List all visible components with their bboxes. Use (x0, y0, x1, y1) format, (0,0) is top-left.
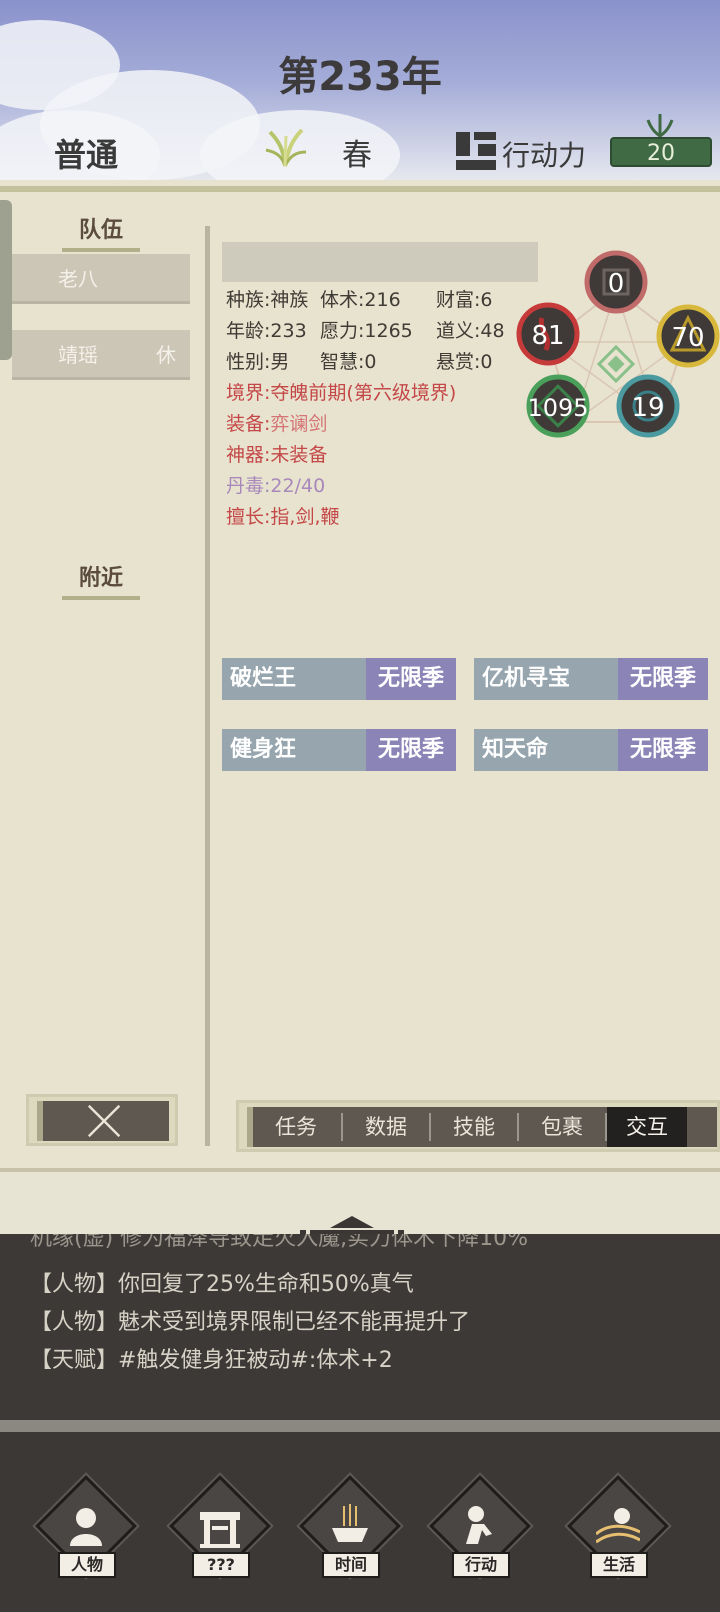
nav-label: 生活 (590, 1552, 648, 1578)
element-value-bottom-left: 1095 (527, 394, 588, 422)
talent-name[interactable]: 亿机寻宝 (474, 658, 618, 700)
sidebar-scroll-handle[interactable] (0, 200, 12, 360)
equipment-label: 装备: (226, 413, 271, 435)
member-name: 靖瑶 (58, 343, 98, 367)
talent-name[interactable]: 健身狂 (222, 729, 366, 771)
stat-bounty: 悬赏:0 (436, 351, 493, 373)
stat-artifact: 神器:未装备 (226, 444, 328, 466)
stat-willpower: 愿力:1265 (320, 320, 413, 342)
element-value-top: 0 (608, 269, 625, 299)
element-value-left: 81 (531, 321, 564, 351)
character-name-bar (222, 242, 538, 282)
person-icon (70, 1508, 102, 1546)
tab-skills[interactable]: 技能 (431, 1107, 517, 1147)
element-node-left: 81 (516, 302, 580, 366)
talent-name[interactable]: 知天命 (474, 729, 618, 771)
tab-tasks[interactable]: 任务 (253, 1107, 339, 1147)
bottom-navigation: 人物 ??? 时间 行动 生活 (0, 1432, 720, 1612)
stat-physique: 体术:216 (320, 289, 401, 311)
element-node-top: 0 (584, 250, 648, 314)
tab-interact[interactable]: 交互 (607, 1107, 687, 1147)
tab-inventory[interactable]: 包裹 (519, 1107, 605, 1147)
action-points-value: 20 (610, 137, 712, 167)
stat-gender: 性别:男 (226, 351, 290, 373)
element-node-right: 70 (656, 304, 720, 368)
stat-wealth: 财富:6 (436, 289, 493, 311)
element-node-bottom-right: 19 (616, 374, 680, 438)
member-status: 休 (156, 343, 176, 367)
element-value-bottom-right: 19 (631, 393, 664, 423)
year-title: 第233年 (278, 54, 442, 100)
top-header: 第233年 普通 春 行动力 20 (0, 0, 720, 180)
talent-tag: 无限季 (618, 658, 708, 700)
team-member-laoba[interactable]: 老八 (12, 254, 190, 304)
tab-bar-inner: 任务 数据 技能 包裹 交互 (247, 1107, 717, 1147)
running-person-icon (466, 1506, 492, 1544)
nav-life[interactable]: 生活 (566, 1475, 670, 1594)
log-line: 【天赋】#触发健身狂被动#:体术+2 (30, 1348, 393, 1373)
member-name: 老八 (58, 267, 98, 291)
element-value-right: 70 (671, 323, 704, 353)
stat-equipment[interactable]: 装备:弈谰剑 (226, 409, 327, 436)
talent-name[interactable]: 破烂王 (222, 658, 366, 700)
close-button[interactable] (26, 1094, 178, 1146)
nav-unknown[interactable]: ??? (168, 1475, 272, 1594)
stat-age: 年龄:233 (226, 320, 307, 342)
talent-tag: 无限季 (366, 658, 456, 700)
panel-border (0, 186, 720, 192)
log-line: 【人物】魅术受到境界限制已经不能再提升了 (30, 1310, 471, 1335)
close-button-face (37, 1101, 169, 1141)
close-icon (87, 1104, 121, 1138)
team-member-jingyao[interactable]: 靖瑶 休 (12, 330, 190, 380)
difficulty-mode: 普通 (54, 136, 119, 174)
nav-label: 行动 (452, 1552, 510, 1578)
stat-wisdom: 智慧:0 (320, 351, 377, 373)
five-elements-chart: 0 81 70 1095 19 (516, 250, 720, 438)
stat-realm: 境界:夺魄前期(第六级境界) (226, 382, 457, 404)
nav-label: 人物 (58, 1552, 116, 1578)
tab-bar: 任务 数据 技能 包裹 交互 (236, 1100, 720, 1152)
nav-action[interactable]: 行动 (428, 1475, 532, 1594)
tab-data[interactable]: 数据 (343, 1107, 429, 1147)
nav-character[interactable]: 人物 (34, 1475, 138, 1594)
log-line: 【人物】你回复了25%生命和50%真气 (30, 1272, 414, 1297)
element-node-bottom-left: 1095 (526, 374, 590, 438)
action-points-label: 行动力 (502, 139, 587, 172)
stat-specialty: 擅长:指,剑,鞭 (226, 506, 340, 528)
nav-time[interactable]: 时间 (298, 1475, 402, 1594)
log-line-partial: 机缘(虚) 修为福泽导致走火入魔,实力体术下降10% (30, 1234, 529, 1251)
center-diamond-icon (596, 344, 636, 384)
talent-tag: 无限季 (618, 729, 708, 771)
stat-race: 种族:神族 (226, 289, 309, 311)
nav-label: 时间 (322, 1552, 380, 1578)
nav-label: ??? (192, 1552, 250, 1578)
talent-tag: 无限季 (366, 729, 456, 771)
stat-morality: 道义:48 (436, 320, 505, 342)
log-divider (0, 1420, 720, 1432)
column-divider (205, 226, 210, 1146)
equipment-value: 弈谰剑 (270, 413, 328, 435)
stat-pill-poison: 丹毒:22/40 (226, 475, 326, 497)
nearby-section-title: 附近 (62, 560, 140, 600)
shop-stall-icon (200, 1512, 240, 1548)
incense-burner-icon (332, 1504, 368, 1542)
leaf-icon (646, 114, 674, 138)
spring-sprout-icon (265, 128, 307, 167)
season-label: 春 (342, 138, 372, 173)
message-log[interactable]: 机缘(虚) 修为福泽导致走火入魔,实力体术下降10% 【人物】你回复了25%生命… (0, 1234, 720, 1420)
log-drag-handle[interactable] (300, 1208, 404, 1234)
team-section-title: 队伍 (62, 212, 140, 252)
sunrise-landscape-icon (596, 1508, 640, 1544)
action-points-icon (456, 132, 496, 170)
